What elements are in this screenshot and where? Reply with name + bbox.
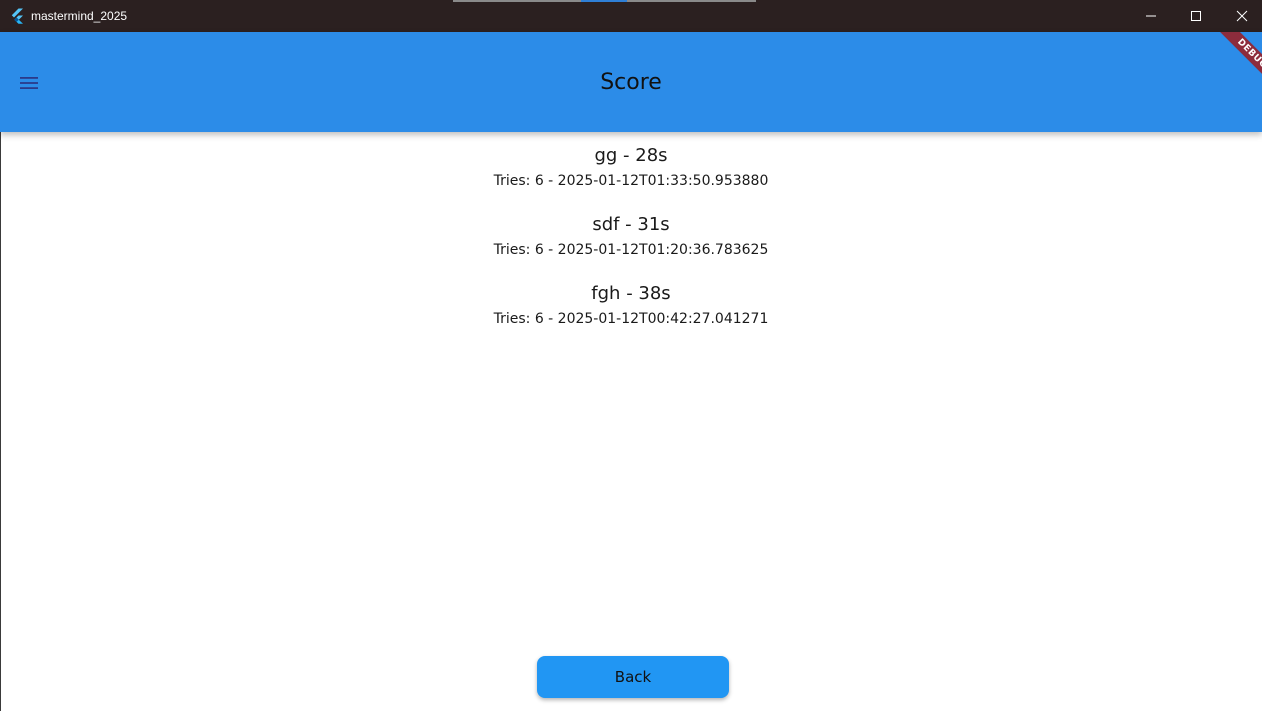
score-list-item: fgh - 38s Tries: 6 - 2025-01-12T00:42:27…	[0, 280, 1262, 349]
taskbar-strip-accent	[581, 0, 627, 2]
score-detail: Tries: 6 - 2025-01-12T01:20:36.783625	[493, 242, 769, 258]
score-list: gg - 28s Tries: 6 - 2025-01-12T01:33:50.…	[0, 142, 1262, 349]
maximize-button[interactable]	[1173, 0, 1219, 32]
score-name-time: gg - 28s	[594, 145, 668, 166]
flutter-logo-icon	[9, 8, 25, 24]
score-name-time: sdf - 31s	[592, 214, 670, 235]
score-list-item: sdf - 31s Tries: 6 - 2025-01-12T01:20:36…	[0, 211, 1262, 280]
score-name-time: fgh - 38s	[591, 283, 671, 304]
debug-banner: DEBUG	[1202, 32, 1262, 92]
page-title: Score	[600, 70, 662, 95]
score-list-item: gg - 28s Tries: 6 - 2025-01-12T01:33:50.…	[0, 142, 1262, 211]
close-icon	[1236, 10, 1248, 22]
app-window: mastermind_2025 Score DEBUG gg - 28s Tri…	[0, 0, 1262, 711]
minimize-button[interactable]	[1128, 0, 1174, 32]
score-detail: Tries: 6 - 2025-01-12T01:33:50.953880	[493, 173, 769, 189]
debug-banner-label: DEBUG	[1215, 32, 1262, 91]
app-bar: Score	[0, 32, 1262, 132]
minimize-icon	[1146, 15, 1156, 17]
window-titlebar[interactable]: mastermind_2025	[0, 0, 1262, 32]
score-detail: Tries: 6 - 2025-01-12T00:42:27.041271	[493, 311, 769, 327]
window-title: mastermind_2025	[31, 9, 128, 23]
back-button[interactable]: Back	[537, 656, 729, 698]
close-button[interactable]	[1219, 0, 1262, 32]
maximize-icon	[1191, 11, 1201, 21]
